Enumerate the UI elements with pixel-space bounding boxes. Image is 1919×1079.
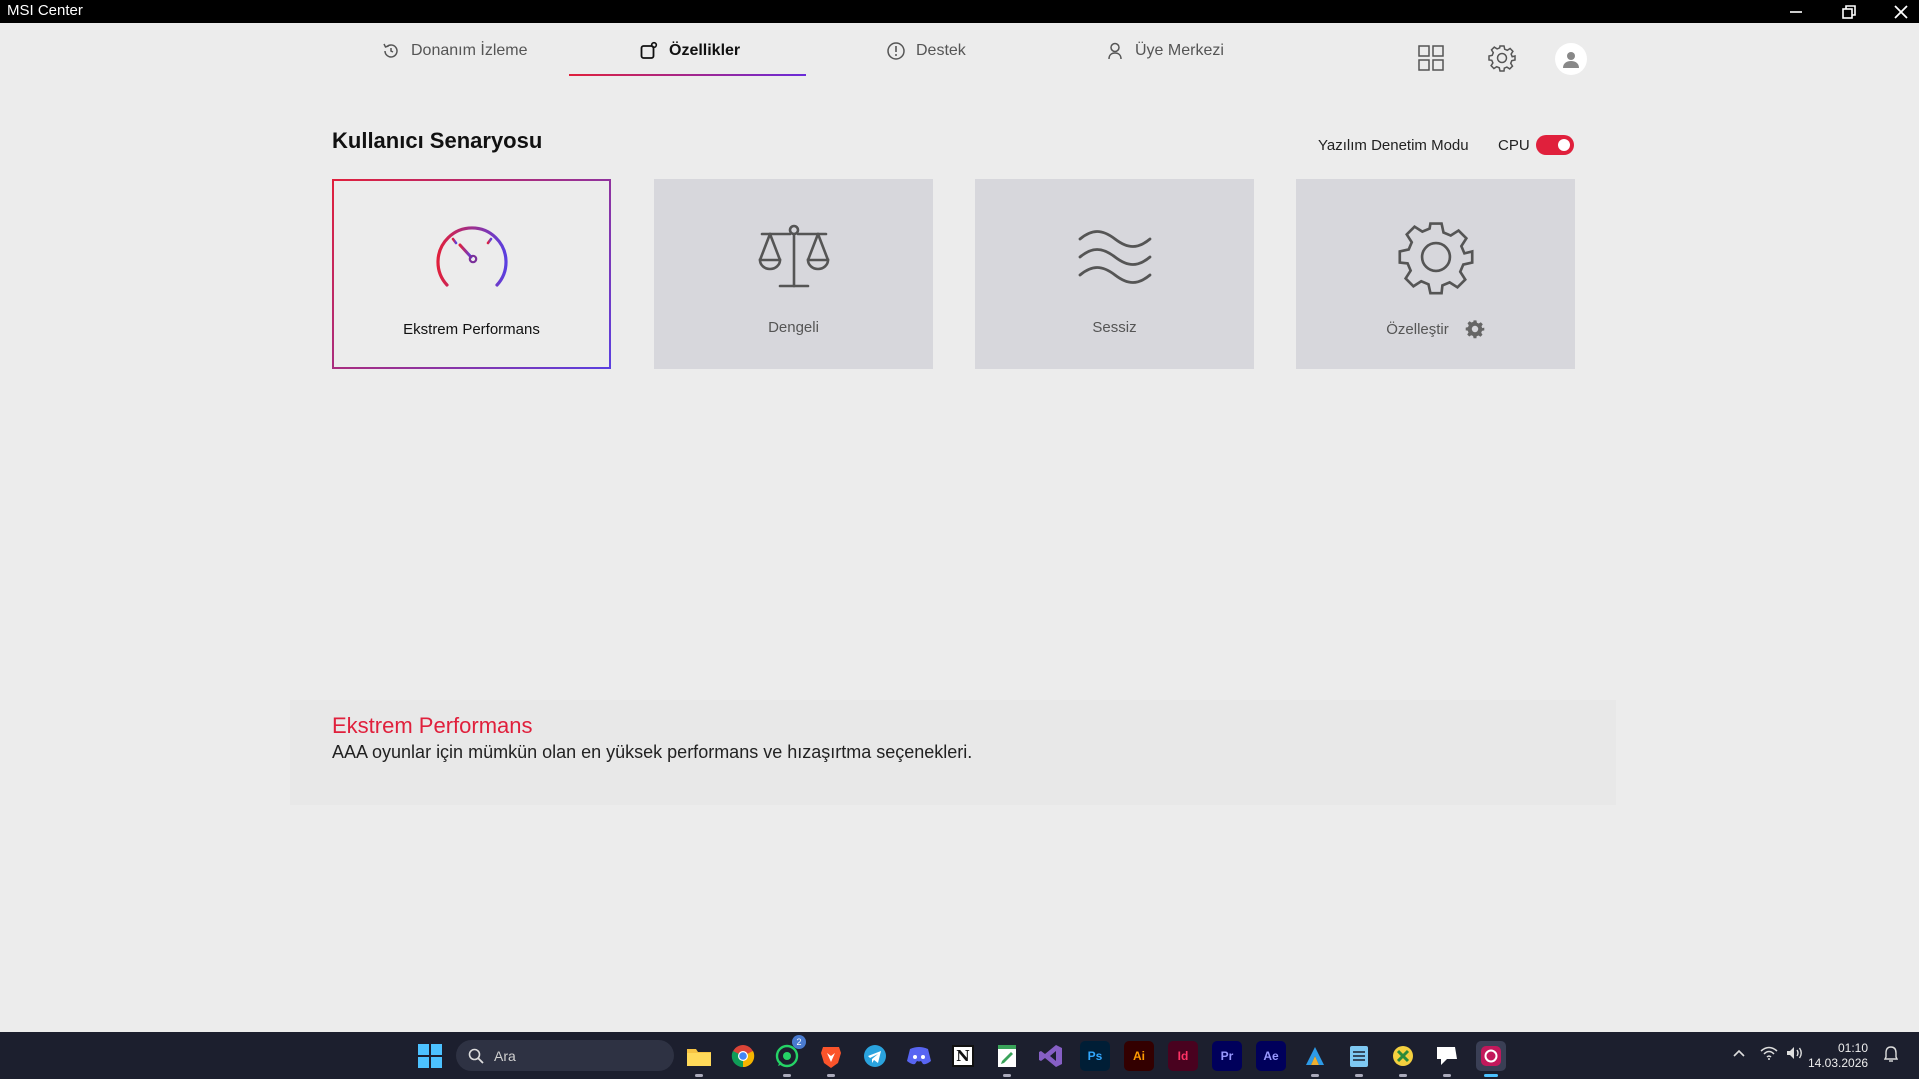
customize-settings-icon[interactable] (1465, 319, 1485, 339)
window-title: MSI Center (7, 2, 83, 19)
scenario-card-extreme-performance[interactable]: Ekstrem Performans (332, 179, 611, 369)
cpu-label: CPU (1498, 137, 1530, 154)
features-icon (640, 41, 658, 59)
toggle-knob (1558, 139, 1570, 151)
notepad-icon[interactable] (992, 1041, 1022, 1077)
premiere-icon[interactable]: Pr (1212, 1041, 1242, 1071)
wifi-icon[interactable] (1760, 1046, 1778, 1063)
tab-label: Destek (916, 42, 966, 59)
cpu-toggle[interactable] (1536, 135, 1574, 155)
user-avatar-icon (1563, 52, 1579, 68)
start-button[interactable] (418, 1044, 442, 1068)
settings-button[interactable] (1486, 42, 1518, 74)
tab-destek[interactable]: Destek (886, 38, 966, 64)
tab-label: Üye Merkezi (1135, 42, 1224, 59)
description-title: Ekstrem Performans (332, 713, 533, 738)
app-a-icon[interactable] (1300, 1041, 1330, 1077)
windows-start-icon (418, 1044, 442, 1068)
discord-icon[interactable] (904, 1041, 934, 1071)
minimize-button[interactable] (1773, 0, 1819, 23)
card-label: Sessiz (1092, 319, 1137, 336)
telegram-icon[interactable] (860, 1041, 890, 1071)
tab-label: Özellikler (669, 42, 741, 59)
user-icon (1108, 42, 1122, 60)
taskbar: Ara 2 N Ps Ai Id Pr Ae 01:10 14.03.2026 (0, 1032, 1919, 1079)
taskbar-search[interactable]: Ara (456, 1040, 674, 1071)
waves-icon (1078, 230, 1151, 284)
taskbar-clock[interactable]: 01:10 14.03.2026 (1808, 1041, 1868, 1071)
tab-donanim-izleme[interactable]: Donanım İzleme (381, 38, 528, 64)
chat-icon[interactable] (1432, 1041, 1462, 1077)
minimize-icon (1790, 10, 1802, 13)
scenario-card-silent[interactable]: Sessiz (975, 179, 1254, 369)
volume-icon[interactable] (1786, 1046, 1804, 1063)
brave-icon[interactable] (816, 1041, 846, 1077)
visual-studio-icon[interactable] (1036, 1041, 1066, 1071)
gear-icon (1397, 222, 1474, 295)
tray-chevron-up-icon[interactable] (1733, 1046, 1745, 1061)
illustrator-icon[interactable]: Ai (1124, 1041, 1154, 1071)
tab-ozellikler[interactable]: Özellikler (639, 38, 740, 64)
restore-button[interactable] (1826, 0, 1872, 23)
indesign-icon[interactable]: Id (1168, 1041, 1198, 1071)
file-explorer-icon[interactable] (684, 1041, 714, 1077)
card-label: Ekstrem Performans (403, 321, 540, 338)
restore-icon (1842, 4, 1856, 19)
close-button[interactable] (1878, 0, 1919, 23)
balance-scale-icon (758, 224, 829, 288)
whatsapp-icon[interactable]: 2 (772, 1035, 806, 1077)
notion-icon[interactable]: N (948, 1041, 978, 1071)
speedometer-icon (435, 226, 508, 287)
chrome-icon[interactable] (728, 1041, 758, 1071)
gear-icon (1488, 45, 1516, 72)
close-icon (1894, 4, 1908, 19)
avatar[interactable] (1555, 43, 1587, 75)
msi-center-icon[interactable] (1476, 1041, 1506, 1077)
search-icon (468, 1048, 484, 1064)
grid-view-button[interactable] (1415, 42, 1447, 74)
card-label: Dengeli (768, 319, 819, 336)
card-label: Özelleştir (1386, 319, 1485, 339)
software-control-mode-label: Yazılım Denetim Modu (1318, 137, 1469, 154)
description-text: AAA oyunlar için mümkün olan en yüksek p… (332, 742, 973, 762)
scenario-card-customize[interactable]: Özelleştir (1296, 179, 1575, 369)
section-title: Kullanıcı Senaryosu (332, 128, 543, 153)
scenario-card-balanced[interactable]: Dengeli (654, 179, 933, 369)
tab-label: Donanım İzleme (411, 42, 528, 59)
tab-uye-merkezi[interactable]: Üye Merkezi (1105, 38, 1224, 64)
grid-icon (1418, 45, 1444, 71)
notification-badge: 2 (792, 1035, 806, 1049)
search-placeholder: Ara (494, 1047, 516, 1064)
history-icon (383, 43, 398, 58)
notes-icon[interactable] (1344, 1041, 1374, 1077)
photoshop-icon[interactable]: Ps (1080, 1041, 1110, 1071)
support-icon (887, 42, 905, 60)
notification-bell-icon[interactable] (1883, 1046, 1899, 1065)
active-tab-indicator (569, 74, 806, 76)
after-effects-icon[interactable]: Ae (1256, 1041, 1286, 1071)
app-x-icon[interactable] (1388, 1041, 1418, 1077)
title-bar: MSI Center (0, 0, 1919, 23)
